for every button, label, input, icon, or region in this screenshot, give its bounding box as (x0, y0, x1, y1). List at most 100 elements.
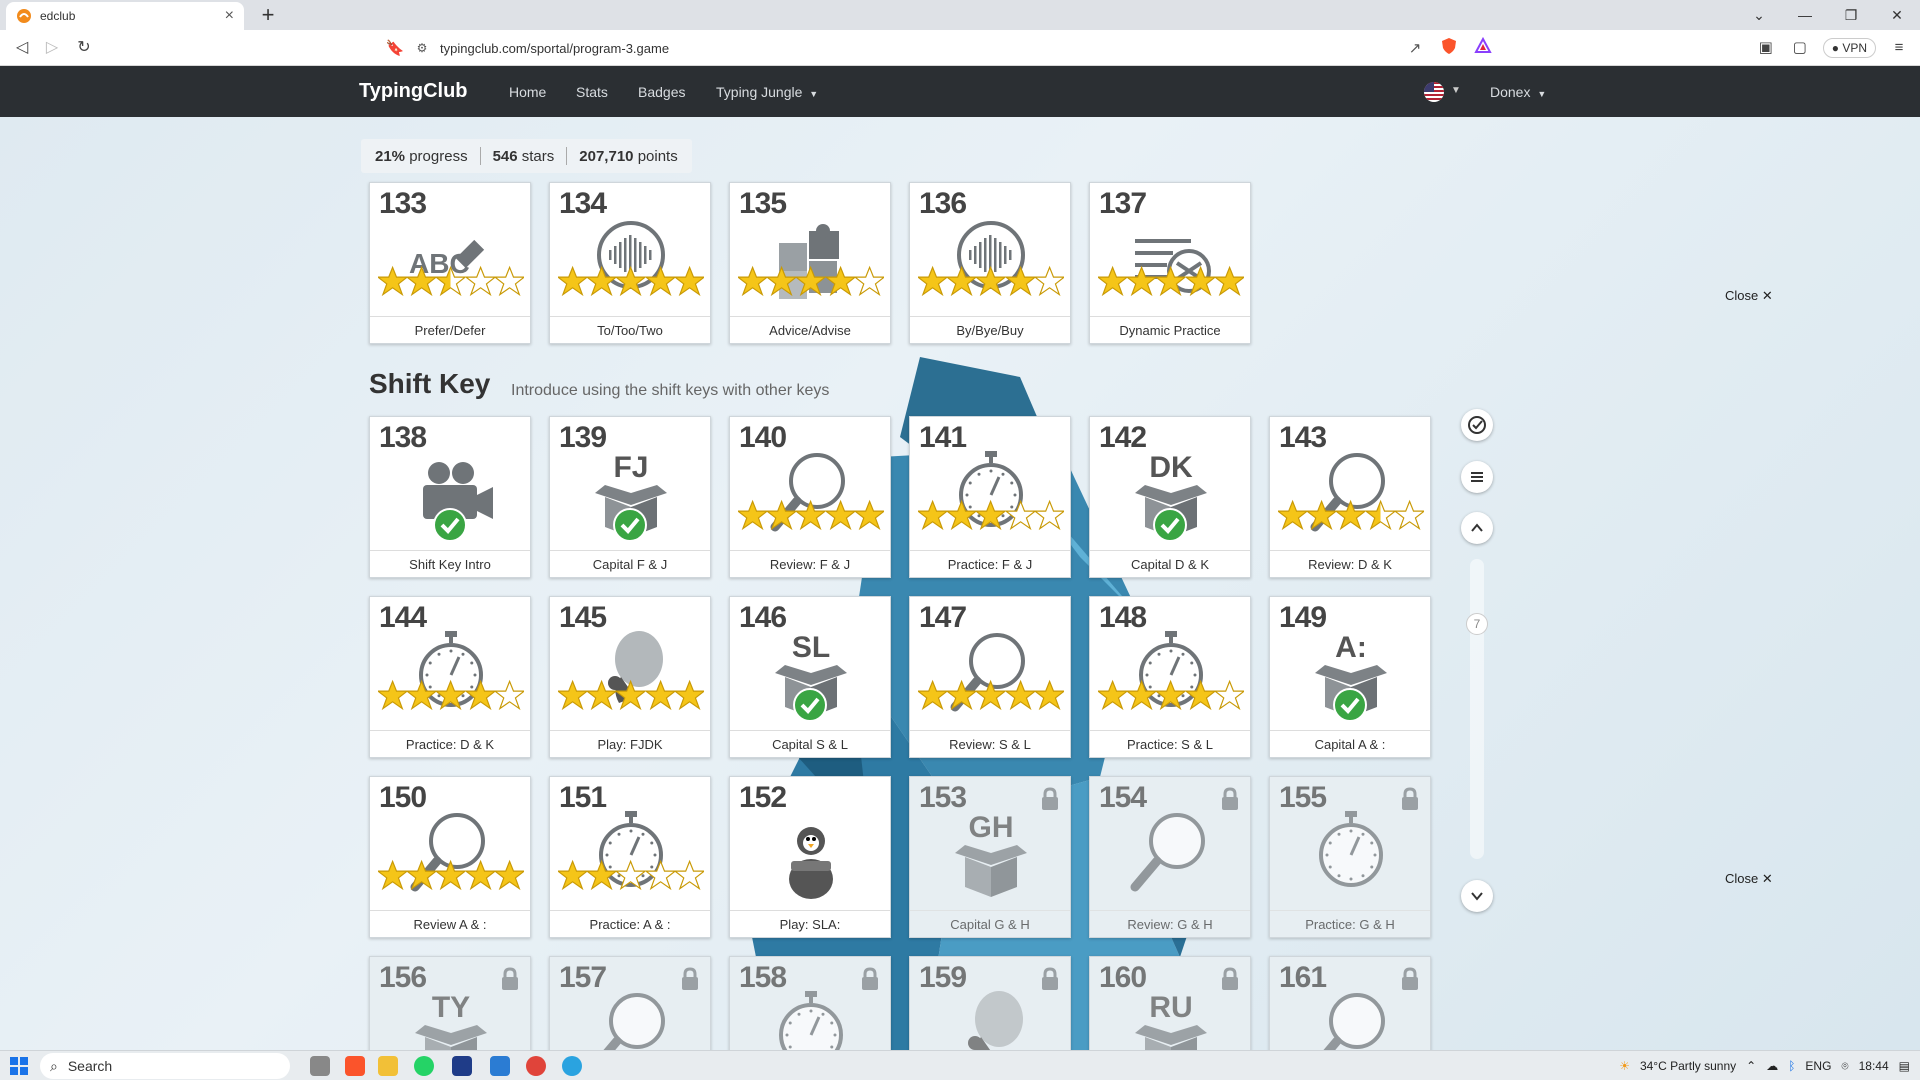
lesson-card[interactable]: 157 (549, 956, 711, 1050)
lesson-card[interactable]: 136 By/Bye/Buy (909, 182, 1071, 344)
menu-icon[interactable]: ≡ (1888, 37, 1910, 59)
lesson-card[interactable]: 154 Review: G & H (1089, 776, 1251, 938)
weather-icon[interactable]: ☀ (1619, 1059, 1630, 1073)
weather-text[interactable]: 34°C Partly sunny (1640, 1059, 1736, 1073)
minimize-button[interactable]: — (1782, 0, 1828, 30)
clock[interactable]: 18:44 (1859, 1059, 1889, 1073)
close-link-top[interactable]: Close ✕ (1725, 288, 1773, 304)
svg-text:FJ: FJ (613, 451, 648, 484)
lesson-label: Practice: G & H (1270, 910, 1430, 937)
user-name: Donex (1490, 84, 1531, 100)
bookmark-icon[interactable]: 🔖 (380, 39, 410, 57)
stars-count: 546 (492, 147, 518, 165)
lesson-label: To/Too/Two (550, 316, 710, 343)
lesson-card[interactable]: 144 Practice: D & K (369, 596, 531, 758)
lesson-card[interactable]: 146 SL Capital S & L (729, 596, 891, 758)
checkmark-circle-button[interactable] (1461, 409, 1493, 441)
bluetooth-icon[interactable]: ᛒ (1788, 1059, 1795, 1073)
lesson-card[interactable]: 141 Practice: F & J (909, 416, 1071, 578)
lesson-card[interactable]: 161 (1269, 956, 1431, 1050)
close-icon: ✕ (1761, 871, 1773, 886)
lesson-card[interactable]: 149 A: Capital A & : (1269, 596, 1431, 758)
lesson-card[interactable]: 160 RU (1089, 956, 1251, 1050)
lesson-card[interactable]: 158 (729, 956, 891, 1050)
notification-icon[interactable]: ▤ (1899, 1059, 1910, 1073)
star-rating (738, 499, 885, 533)
lesson-card[interactable]: 155 Practice: G & H (1269, 776, 1431, 938)
app-icon[interactable] (452, 1056, 472, 1076)
scroll-position-badge: 7 (1466, 613, 1488, 635)
lesson-card[interactable]: 143 Review: D & K (1269, 416, 1431, 578)
reload-button[interactable]: ↻ (72, 36, 96, 60)
word-icon[interactable] (490, 1056, 510, 1076)
scroll-down-button[interactable] (1461, 880, 1493, 912)
vpn-label: VPN (1842, 41, 1867, 55)
sidebar-icon[interactable]: ▣ (1755, 37, 1777, 59)
lesson-card[interactable]: 152 Play: SLA: (729, 776, 891, 938)
lesson-card[interactable]: 150 Review A & : (369, 776, 531, 938)
lesson-card[interactable]: 153 GH Capital G & H (909, 776, 1071, 938)
lesson-card[interactable]: 151 Practice: A & : (549, 776, 711, 938)
lesson-card[interactable]: 140 Review: F & J (729, 416, 891, 578)
browser-tab[interactable]: edclub × (6, 2, 244, 30)
close-window-button[interactable]: ✕ (1874, 0, 1920, 30)
svg-text:RU: RU (1149, 991, 1192, 1024)
tray-chevron-icon[interactable]: ⌃ (1746, 1059, 1756, 1073)
onedrive-icon[interactable]: ☁ (1766, 1059, 1778, 1073)
lesson-scroll-track[interactable] (1470, 559, 1484, 859)
tab-search-icon[interactable]: ⌄ (1736, 0, 1782, 30)
lesson-card[interactable]: 156 TY (369, 956, 531, 1050)
telegram-icon[interactable] (562, 1056, 582, 1076)
rewards-icon[interactable] (1466, 36, 1500, 59)
network-icon[interactable]: ⌾ (1841, 1059, 1848, 1074)
scroll-up-button[interactable] (1461, 512, 1493, 544)
lesson-card[interactable]: 133 ABC Prefer/Defer (369, 182, 531, 344)
share-icon[interactable]: ↗ (1398, 39, 1432, 57)
nav-typing-jungle[interactable]: Typing Jungle ▼ (716, 84, 818, 100)
lesson-label: Capital D & K (1090, 550, 1250, 577)
forward-button[interactable]: ▷ (40, 36, 64, 60)
omnibox[interactable]: 🔖 ⚙ typingclub.com/sportal/program-3.gam… (380, 34, 1500, 62)
site-info-icon[interactable]: ⚙ (410, 41, 434, 55)
brand-logo[interactable]: TypingClub (359, 80, 468, 103)
star-rating (1098, 265, 1245, 299)
windows-start-icon[interactable] (10, 1057, 28, 1075)
wallet-icon[interactable]: ▢ (1789, 37, 1811, 59)
lesson-card[interactable]: 137 Dynamic Practice (1089, 182, 1251, 344)
lesson-card[interactable]: 147 Review: S & L (909, 596, 1071, 758)
whatsapp-icon[interactable] (414, 1056, 434, 1076)
lesson-card[interactable]: 145 Play: FJDK (549, 596, 711, 758)
lesson-card[interactable]: 159 (909, 956, 1071, 1050)
lesson-card[interactable]: 134 To/Too/Two (549, 182, 711, 344)
tab-close-icon[interactable]: × (225, 7, 234, 25)
list-menu-button[interactable] (1461, 461, 1493, 493)
lesson-card[interactable]: 142 DK Capital D & K (1089, 416, 1251, 578)
brave-browser-icon[interactable] (345, 1056, 365, 1076)
vpn-button[interactable]: ● VPN (1822, 38, 1876, 58)
file-explorer-icon[interactable] (378, 1056, 398, 1076)
nav-home[interactable]: Home (509, 84, 546, 100)
taskbar-search[interactable]: ⌕ Search (40, 1053, 290, 1079)
task-view-icon[interactable] (310, 1056, 330, 1076)
lesson-card[interactable]: 138 Shift Key Intro (369, 416, 531, 578)
site-navbar: TypingClub Home Stats Badges Typing Jung… (0, 66, 1920, 117)
url-text[interactable]: typingclub.com/sportal/program-3.game (434, 41, 1398, 56)
language-indicator[interactable]: ENG (1805, 1059, 1831, 1073)
back-button[interactable]: ◁ (10, 36, 34, 60)
lesson-card[interactable]: 148 Practice: S & L (1089, 596, 1251, 758)
restore-button[interactable]: ❐ (1828, 0, 1874, 30)
chrome-icon[interactable] (526, 1056, 546, 1076)
lesson-label: Shift Key Intro (370, 550, 530, 577)
new-tab-button[interactable]: + (256, 2, 280, 28)
lesson-card[interactable]: 139 FJ Capital F & J (549, 416, 711, 578)
brave-shield-icon[interactable] (1432, 37, 1466, 59)
stopwatch-icon (761, 987, 861, 1050)
close-link-bottom[interactable]: Close ✕ (1725, 871, 1773, 887)
lesson-label: Prefer/Defer (370, 316, 530, 343)
lesson-card[interactable]: 135 Advice/Advise (729, 182, 891, 344)
us-flag-icon[interactable] (1424, 82, 1444, 102)
nav-badges[interactable]: Badges (638, 84, 685, 100)
nav-stats[interactable]: Stats (576, 84, 608, 100)
user-menu[interactable]: Donex ▼ (1490, 84, 1546, 100)
language-caret-icon[interactable]: ▼ (1451, 85, 1461, 96)
